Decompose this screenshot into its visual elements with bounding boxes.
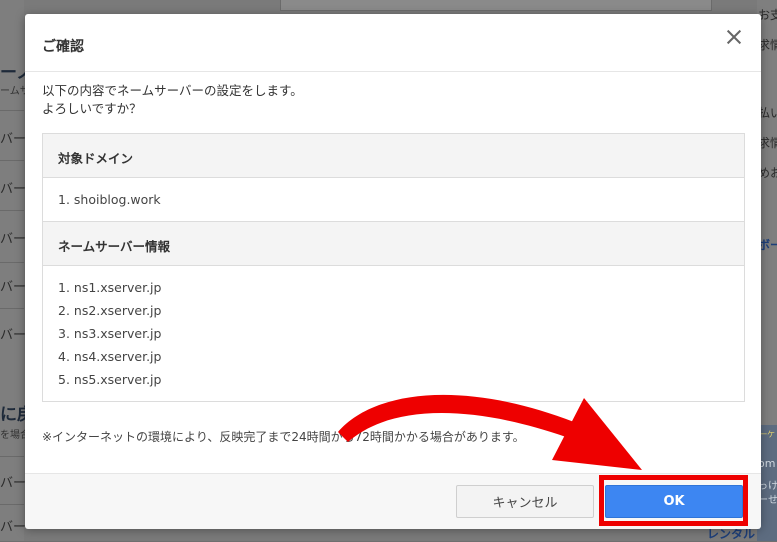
nameserver-item: 2. ns2.xserver.jp bbox=[58, 303, 162, 318]
confirmation-table: 対象ドメイン 1. shoiblog.work ネームサーバー情報 1. ns1… bbox=[42, 133, 745, 402]
dialog-header: ご確認 bbox=[25, 14, 761, 72]
background-text-fragment: バー bbox=[0, 520, 27, 535]
background-text-fragment: バー bbox=[0, 232, 27, 247]
domain-section-header: 対象ドメイン bbox=[43, 134, 744, 178]
propagation-note: ※インターネットの環境により、反映完了まで24時間から72時間かかる場合がありま… bbox=[42, 430, 525, 444]
background-divider bbox=[0, 262, 24, 263]
ok-button[interactable]: OK bbox=[605, 485, 743, 518]
background-top-bar bbox=[280, 0, 712, 11]
cancel-button[interactable]: キャンセル bbox=[456, 485, 594, 518]
background-text-fragment: バー bbox=[0, 280, 27, 295]
background-divider bbox=[0, 210, 24, 211]
background-divider bbox=[0, 504, 24, 505]
confirm-dialog: ご確認 以下の内容でネームサーバーの設定をします。 よろしいですか？ 対象ドメイ… bbox=[25, 14, 761, 529]
background-text-fragment: バー bbox=[0, 328, 27, 343]
dialog-title: ご確認 bbox=[42, 39, 84, 55]
nameserver-item: 1. ns1.xserver.jp bbox=[58, 280, 162, 295]
domain-item: 1. shoiblog.work bbox=[58, 192, 161, 207]
background-text-fragment: バー bbox=[0, 182, 27, 197]
domain-section-title: 対象ドメイン bbox=[58, 151, 134, 166]
close-icon[interactable] bbox=[723, 26, 745, 48]
dialog-footer: キャンセル OK bbox=[25, 473, 761, 529]
background-text-fragment: バー bbox=[0, 476, 27, 491]
background-divider bbox=[0, 110, 24, 111]
message-line: 以下の内容でネームサーバーの設定をします。 bbox=[42, 83, 303, 98]
nameserver-item: 5. ns5.xserver.jp bbox=[58, 372, 162, 387]
nameserver-section-header: ネームサーバー情報 bbox=[43, 222, 744, 266]
nameserver-section-body: 1. ns1.xserver.jp 2. ns2.xserver.jp 3. n… bbox=[43, 266, 744, 401]
background-divider bbox=[0, 456, 24, 457]
background-ad-text: 一ケ bbox=[759, 430, 775, 439]
background-text-fragment: バー bbox=[0, 132, 27, 147]
nameserver-item: 4. ns4.xserver.jp bbox=[58, 349, 162, 364]
dialog-message: 以下の内容でネームサーバーの設定をします。 よろしいですか？ bbox=[42, 82, 303, 118]
message-line: よろしいですか？ bbox=[42, 101, 142, 116]
background-divider bbox=[0, 308, 24, 309]
background-divider bbox=[0, 160, 24, 161]
nameserver-item: 3. ns3.xserver.jp bbox=[58, 326, 162, 341]
domain-section-body: 1. shoiblog.work bbox=[43, 178, 744, 222]
nameserver-section-title: ネームサーバー情報 bbox=[58, 239, 171, 254]
